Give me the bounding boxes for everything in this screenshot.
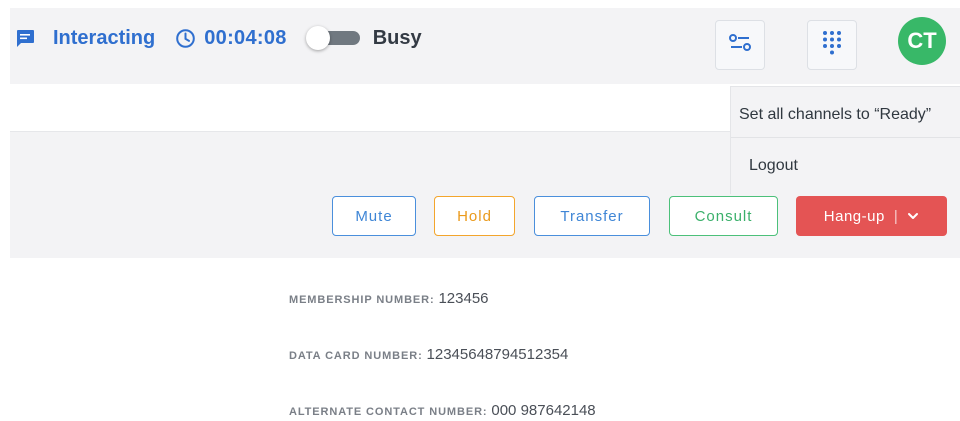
toggle-knob: [305, 26, 330, 50]
field-value: 000 987642148: [491, 402, 596, 419]
status-label: Interacting: [53, 26, 156, 49]
settings-sliders-icon: [727, 32, 753, 59]
user-avatar[interactable]: CT: [898, 17, 946, 65]
chat-icon: [14, 27, 36, 49]
data-card-number-field: Data Card Number: 12345648794512354: [289, 346, 568, 363]
hangup-label: Hang-up: [823, 207, 885, 225]
busy-toggle[interactable]: [305, 26, 362, 50]
alternate-contact-number-field: Alternate Contact Number: 000 987642148: [289, 402, 596, 419]
dialpad-button[interactable]: [807, 20, 857, 70]
hangup-button[interactable]: Hang-up |: [796, 196, 947, 236]
clock-icon: [175, 28, 196, 49]
consult-button[interactable]: Consult: [669, 196, 778, 236]
dialpad-icon: [821, 30, 843, 61]
field-label: Alternate Contact Number:: [289, 406, 488, 418]
agent-status: Interacting 00:04:08 Busy: [14, 22, 422, 54]
field-value: 123456: [438, 290, 489, 307]
transfer-button[interactable]: Transfer: [534, 196, 650, 236]
field-label: Membership Number:: [289, 294, 435, 306]
chevron-down-icon[interactable]: [907, 210, 919, 222]
hold-button[interactable]: Hold: [434, 196, 515, 236]
field-value: 12345648794512354: [426, 346, 569, 363]
menu-item-set-ready[interactable]: Set all channels to “Ready”: [739, 106, 931, 124]
menu-separator: [731, 137, 960, 138]
user-menu: Set all channels to “Ready” Logout: [730, 86, 960, 194]
mute-button[interactable]: Mute: [332, 196, 416, 236]
field-label: Data Card Number:: [289, 350, 423, 362]
menu-item-logout[interactable]: Logout: [749, 157, 798, 175]
settings-button[interactable]: [715, 20, 765, 70]
hangup-separator: |: [893, 207, 899, 225]
membership-number-field: Membership Number: 123456: [289, 290, 489, 307]
call-timer: 00:04:08: [204, 26, 287, 49]
busy-label: Busy: [372, 26, 422, 49]
